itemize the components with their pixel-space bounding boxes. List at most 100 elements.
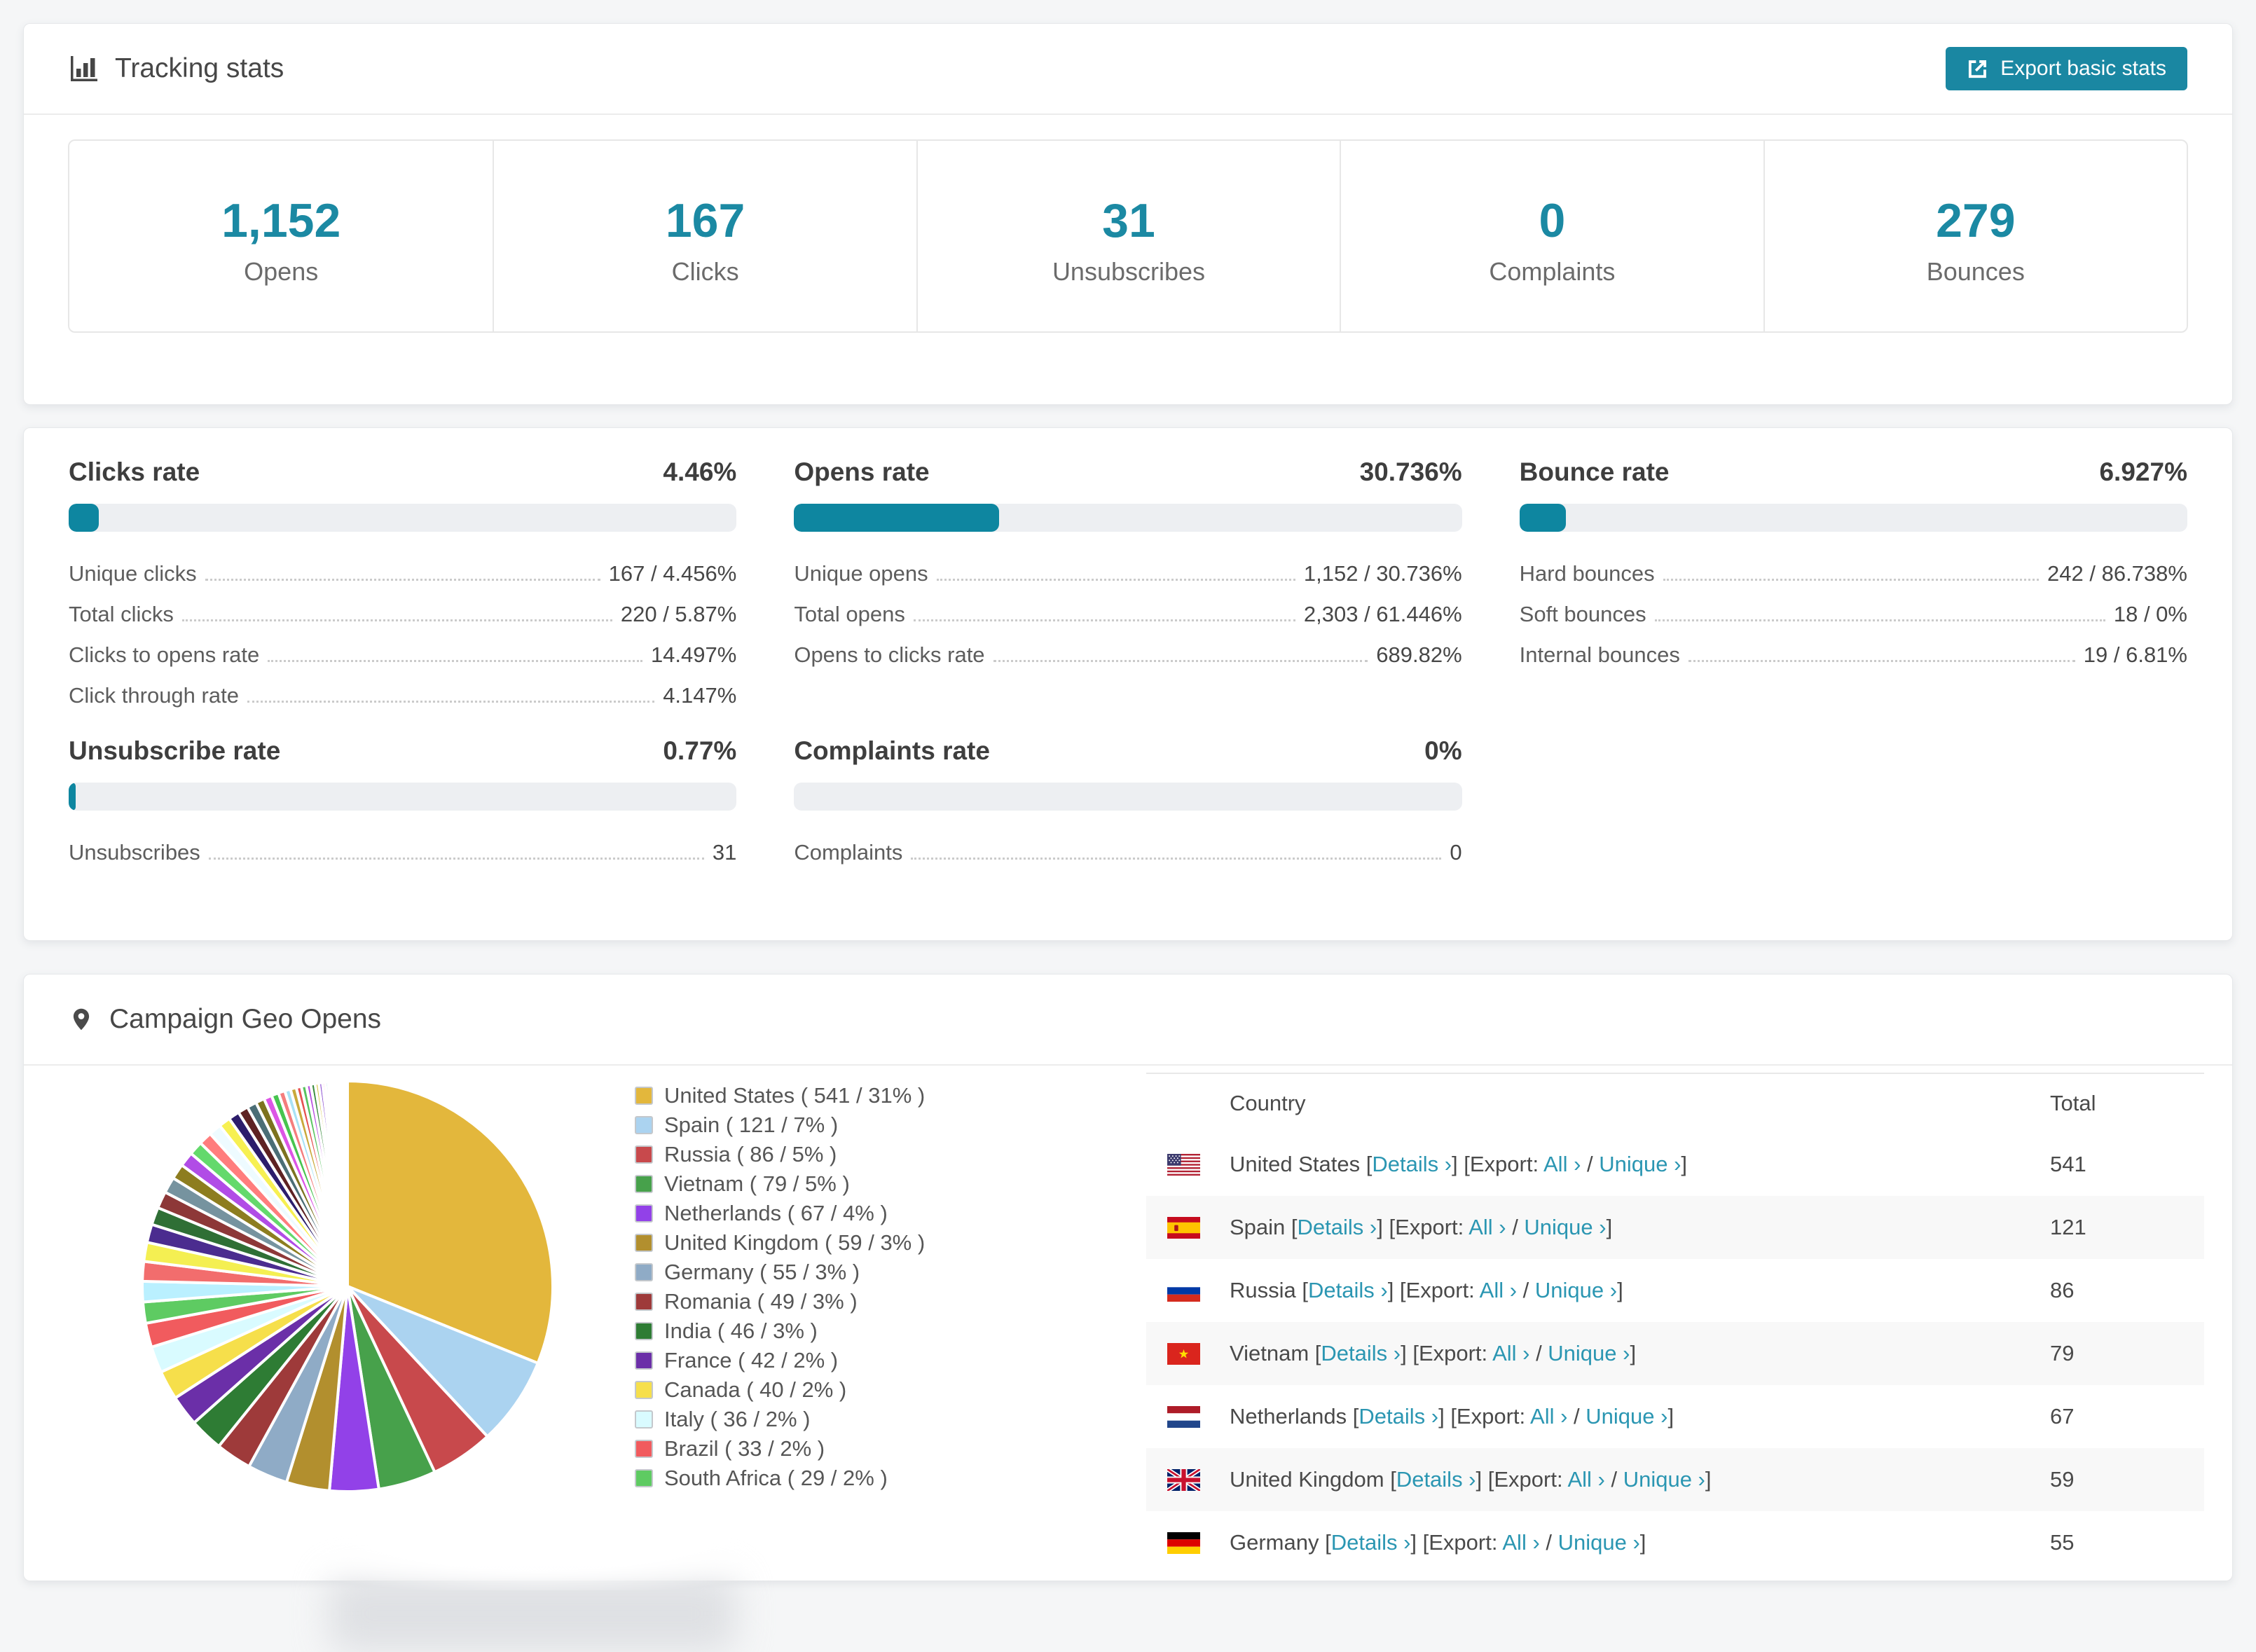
legend-swatch: [635, 1116, 653, 1134]
complaints-rate-block: Complaints rate 0% Complaints 0: [794, 736, 1462, 868]
rate-row-label: Unique clicks: [69, 561, 197, 586]
rate-row-value: 2,303 / 61.446%: [1303, 602, 1462, 626]
legend-item[interactable]: United States ( 541 / 31% ): [635, 1081, 925, 1110]
details-link[interactable]: Details ›: [1308, 1278, 1388, 1302]
export-all-link[interactable]: All ›: [1530, 1404, 1567, 1429]
export-prefix-text: ] [Export:: [1452, 1152, 1543, 1176]
clicks-rate-rows: Unique clicks 167 / 4.456% Total clicks …: [69, 549, 736, 711]
rate-detail-row: Opens to clicks rate 689.82%: [794, 630, 1461, 670]
legend-item[interactable]: Italy ( 36 / 2% ): [635, 1405, 925, 1434]
dotted-leader: [268, 660, 642, 662]
geo-table-row: Germany [Details ›] [Export: All › / Uni…: [1146, 1511, 2204, 1556]
legend-item[interactable]: Canada ( 40 / 2% ): [635, 1375, 925, 1405]
bounce-rate-value: 6.927%: [2099, 457, 2187, 486]
legend-item[interactable]: Vietnam ( 79 / 5% ): [635, 1169, 925, 1199]
legend-item[interactable]: United Kingdom ( 59 / 3% ): [635, 1228, 925, 1258]
legend-label: United States ( 541 / 31% ): [664, 1083, 926, 1108]
details-link[interactable]: Details ›: [1372, 1152, 1452, 1176]
legend-item[interactable]: South Africa ( 29 / 2% ): [635, 1464, 925, 1493]
complaints-rate-title: Complaints rate: [794, 736, 990, 765]
dotted-leader: [205, 579, 600, 581]
export-button-label: Export basic stats: [2000, 57, 2166, 80]
legend-item[interactable]: Brazil ( 33 / 2% ): [635, 1434, 925, 1464]
tracking-stats-title-text: Tracking stats: [115, 53, 284, 83]
export-all-link[interactable]: All ›: [1492, 1341, 1529, 1365]
stat-value: 167: [665, 194, 745, 247]
slash-text: /: [1517, 1278, 1535, 1302]
legend-item[interactable]: Spain ( 121 / 7% ): [635, 1110, 925, 1140]
legend-item[interactable]: France ( 42 / 2% ): [635, 1346, 925, 1375]
clicks-rate-title: Clicks rate: [69, 457, 200, 486]
legend-item[interactable]: Romania ( 49 / 3% ): [635, 1287, 925, 1316]
legend-swatch: [635, 1175, 653, 1193]
geo-table-row: Spain [Details ›] [Export: All › / Uniqu…: [1146, 1196, 2204, 1259]
rate-row-label: Internal bounces: [1519, 642, 1680, 667]
slash-text: /: [1529, 1341, 1548, 1365]
rate-detail-row: Clicks to opens rate 14.497%: [69, 630, 736, 670]
legend-item[interactable]: Netherlands ( 67 / 4% ): [635, 1199, 925, 1228]
export-all-link[interactable]: All ›: [1469, 1215, 1506, 1239]
unsubscribe-rate-value: 0.77%: [663, 736, 737, 765]
legend-label: Germany ( 55 / 3% ): [664, 1260, 860, 1284]
rate-row-label: Soft bounces: [1519, 602, 1646, 626]
rate-row-label: Complaints: [794, 840, 903, 865]
export-all-link[interactable]: All ›: [1502, 1530, 1539, 1555]
geo-country-table: Country Total United States [Details ›] …: [1146, 1073, 2204, 1556]
details-link[interactable]: Details ›: [1359, 1404, 1438, 1429]
stat-box: 1,152 Opens: [69, 141, 493, 331]
details-link[interactable]: Details ›: [1298, 1215, 1377, 1239]
country-total: 121: [2050, 1215, 2086, 1239]
country-name: Russia: [1230, 1278, 1296, 1302]
country-total: 55: [2050, 1530, 2075, 1555]
legend-swatch: [635, 1410, 653, 1429]
unsubscribe-rate-title: Unsubscribe rate: [69, 736, 281, 765]
bar-chart-icon: [71, 56, 97, 81]
legend-swatch: [635, 1087, 653, 1105]
legend-label: South Africa ( 29 / 2% ): [664, 1466, 888, 1490]
legend-item[interactable]: Russia ( 86 / 5% ): [635, 1140, 925, 1169]
stat-box: 279 Bounces: [1763, 141, 2187, 331]
legend-item[interactable]: Germany ( 55 / 3% ): [635, 1258, 925, 1287]
export-unique-link[interactable]: Unique ›: [1558, 1530, 1640, 1555]
details-link[interactable]: Details ›: [1331, 1530, 1411, 1555]
stat-box: 167 Clicks: [493, 141, 916, 331]
legend-swatch: [635, 1204, 653, 1223]
export-unique-link[interactable]: Unique ›: [1524, 1215, 1606, 1239]
export-unique-link[interactable]: Unique ›: [1586, 1404, 1667, 1429]
geo-table-row: United Kingdom [Details ›] [Export: All …: [1146, 1448, 2204, 1511]
export-prefix-text: ] [Export:: [1410, 1530, 1503, 1555]
opens-rate-bar-fill: [794, 504, 1000, 532]
export-all-link[interactable]: All ›: [1543, 1152, 1581, 1176]
export-unique-link[interactable]: Unique ›: [1548, 1341, 1630, 1365]
details-link[interactable]: Details ›: [1396, 1467, 1476, 1492]
dotted-leader: [181, 619, 612, 621]
dotted-leader: [247, 701, 655, 703]
tracking-stats-card: Tracking stats Export basic stats 1,152 …: [23, 23, 2233, 405]
legend-swatch: [635, 1293, 653, 1311]
complaints-rate-value: 0%: [1424, 736, 1462, 765]
bracket-text: ]: [1606, 1215, 1613, 1239]
country-cell: Russia [Details ›] [Export: All › / Uniq…: [1230, 1278, 2050, 1303]
legend-label: Brazil ( 33 / 2% ): [664, 1436, 825, 1461]
pie-slice[interactable]: [345, 1079, 349, 1287]
rate-row-value: 31: [712, 840, 737, 865]
bracket-text: [: [1360, 1152, 1373, 1176]
tracking-stats-title: Tracking stats: [69, 53, 284, 84]
details-link[interactable]: Details ›: [1321, 1341, 1401, 1365]
rate-detail-row: Hard bounces 242 / 86.738%: [1520, 549, 2187, 589]
export-prefix-text: ] [Export:: [1476, 1467, 1568, 1492]
export-basic-stats-button[interactable]: Export basic stats: [1946, 47, 2187, 90]
export-unique-link[interactable]: Unique ›: [1599, 1152, 1681, 1176]
export-all-link[interactable]: All ›: [1480, 1278, 1517, 1302]
export-unique-link[interactable]: Unique ›: [1535, 1278, 1617, 1302]
rate-row-label: Total clicks: [69, 602, 174, 626]
country-total: 86: [2050, 1278, 2075, 1302]
legend-swatch: [635, 1351, 653, 1370]
export-unique-link[interactable]: Unique ›: [1623, 1467, 1705, 1492]
geo-table-row: Vietnam [Details ›] [Export: All › / Uni…: [1146, 1322, 2204, 1385]
rate-row-label: Unsubscribes: [69, 840, 200, 865]
export-all-link[interactable]: All ›: [1567, 1467, 1604, 1492]
export-prefix-text: ] [Export:: [1401, 1341, 1493, 1365]
legend-item[interactable]: India ( 46 / 3% ): [635, 1316, 925, 1346]
bracket-text: ]: [1639, 1530, 1646, 1555]
